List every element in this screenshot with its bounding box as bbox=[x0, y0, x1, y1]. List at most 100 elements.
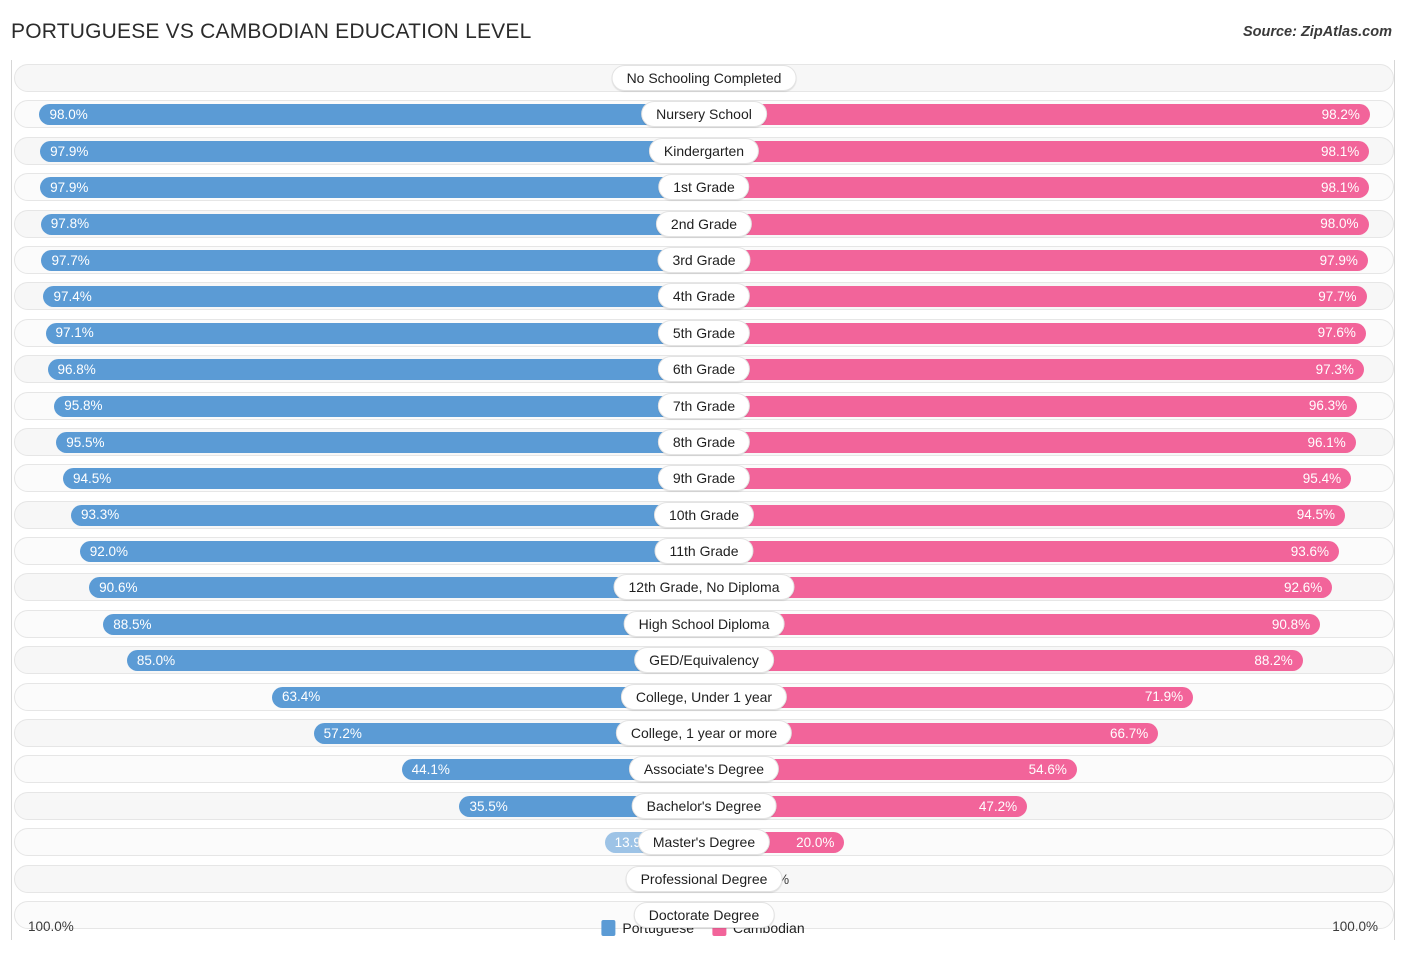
left-bar-container: 92.0% bbox=[26, 541, 698, 562]
category-label: Nursery School bbox=[641, 101, 767, 127]
chart-rows: 2.1%1.9%No Schooling Completed98.0%98.2%… bbox=[12, 60, 1396, 933]
right-bar-container: 96.3% bbox=[710, 396, 1382, 417]
chart-row: 1.8%2.6%Doctorate Degree bbox=[12, 897, 1396, 933]
axis-label-right: 100.0% bbox=[1332, 919, 1378, 934]
right-bar-container: 66.7% bbox=[710, 723, 1382, 744]
category-label: No Schooling Completed bbox=[612, 65, 797, 91]
chart-row: 63.4%71.9%College, Under 1 year bbox=[12, 679, 1396, 715]
right-bar-container: 54.6% bbox=[710, 759, 1382, 780]
bar-value-portuguese: 90.6% bbox=[99, 581, 137, 595]
bar-portuguese[interactable]: 94.5% bbox=[63, 468, 698, 489]
bar-value-cambodian: 93.6% bbox=[1291, 545, 1329, 559]
chart-row: 44.1%54.6%Associate's Degree bbox=[12, 751, 1396, 787]
bar-portuguese[interactable]: 97.8% bbox=[41, 214, 698, 235]
bar-value-portuguese: 92.0% bbox=[90, 545, 128, 559]
bar-cambodian[interactable]: 96.3% bbox=[710, 396, 1357, 417]
chart-row: 97.1%97.6%5th Grade bbox=[12, 315, 1396, 351]
bar-value-portuguese: 85.0% bbox=[137, 654, 175, 668]
right-bar-container: 97.3% bbox=[710, 359, 1382, 380]
right-bar-container: 98.1% bbox=[710, 141, 1382, 162]
bar-cambodian[interactable]: 93.6% bbox=[710, 541, 1339, 562]
bar-value-cambodian: 98.0% bbox=[1320, 217, 1358, 231]
left-bar-container: 90.6% bbox=[26, 577, 698, 598]
bar-cambodian[interactable]: 95.4% bbox=[710, 468, 1351, 489]
bar-cambodian[interactable]: 92.6% bbox=[710, 577, 1332, 598]
bar-portuguese[interactable]: 97.4% bbox=[43, 286, 698, 307]
bar-value-cambodian: 47.2% bbox=[979, 800, 1017, 814]
bar-cambodian[interactable]: 98.1% bbox=[710, 177, 1369, 198]
bar-value-cambodian: 98.1% bbox=[1321, 145, 1359, 159]
left-bar-container: 95.5% bbox=[26, 432, 698, 453]
left-bar-container: 13.9% bbox=[26, 832, 698, 853]
chart-row: 97.9%98.1%1st Grade bbox=[12, 169, 1396, 205]
bar-value-portuguese: 57.2% bbox=[324, 727, 362, 741]
chart-row: 96.8%97.3%6th Grade bbox=[12, 351, 1396, 387]
category-label: Professional Degree bbox=[626, 866, 783, 892]
bar-value-cambodian: 98.1% bbox=[1321, 181, 1359, 195]
category-label: High School Diploma bbox=[624, 611, 785, 637]
bar-value-cambodian: 71.9% bbox=[1145, 690, 1183, 704]
bar-value-portuguese: 97.9% bbox=[50, 145, 88, 159]
bar-value-portuguese: 97.4% bbox=[53, 290, 91, 304]
right-bar-container: 98.2% bbox=[710, 104, 1382, 125]
bar-value-cambodian: 96.3% bbox=[1309, 399, 1347, 413]
bar-portuguese[interactable]: 97.1% bbox=[46, 323, 699, 344]
bar-cambodian[interactable]: 97.9% bbox=[710, 250, 1368, 271]
bar-portuguese[interactable]: 93.3% bbox=[71, 505, 698, 526]
bar-cambodian[interactable]: 98.0% bbox=[710, 214, 1369, 235]
category-label: Bachelor's Degree bbox=[632, 793, 777, 819]
bar-portuguese[interactable]: 88.5% bbox=[103, 614, 698, 635]
axis-label-left: 100.0% bbox=[28, 919, 74, 934]
chart-row: 97.4%97.7%4th Grade bbox=[12, 278, 1396, 314]
category-label: 2nd Grade bbox=[656, 211, 752, 237]
bar-value-portuguese: 97.1% bbox=[56, 326, 94, 340]
bar-portuguese[interactable]: 96.8% bbox=[48, 359, 698, 380]
bar-cambodian[interactable]: 98.2% bbox=[710, 104, 1370, 125]
bar-portuguese[interactable]: 97.9% bbox=[40, 141, 698, 162]
right-bar-container: 93.6% bbox=[710, 541, 1382, 562]
bar-portuguese[interactable]: 85.0% bbox=[127, 650, 698, 671]
bar-portuguese[interactable]: 98.0% bbox=[39, 104, 698, 125]
bar-portuguese[interactable]: 95.8% bbox=[54, 396, 698, 417]
bar-cambodian[interactable]: 98.1% bbox=[710, 141, 1369, 162]
bar-portuguese[interactable]: 92.0% bbox=[80, 541, 698, 562]
bar-portuguese[interactable]: 97.9% bbox=[40, 177, 698, 198]
bar-cambodian[interactable]: 96.1% bbox=[710, 432, 1356, 453]
category-label: College, 1 year or more bbox=[616, 720, 792, 746]
left-bar-container: 4.1% bbox=[26, 869, 698, 890]
bar-cambodian[interactable]: 97.6% bbox=[710, 323, 1366, 344]
chart-row: 97.8% 98.0% 2nd Grade bbox=[12, 206, 1396, 242]
right-bar-container: 97.6% bbox=[710, 323, 1382, 344]
left-bar-container: 1.8% bbox=[26, 905, 698, 926]
left-bar-container: 95.8% bbox=[26, 396, 698, 417]
right-bar-container: 71.9% bbox=[710, 687, 1382, 708]
bar-value-cambodian: 96.1% bbox=[1308, 436, 1346, 450]
category-label: 12th Grade, No Diploma bbox=[614, 574, 795, 600]
bar-value-cambodian: 97.7% bbox=[1318, 290, 1356, 304]
bar-value-portuguese: 63.4% bbox=[282, 690, 320, 704]
legend-swatch-portuguese bbox=[601, 920, 615, 936]
bar-value-cambodian: 54.6% bbox=[1029, 763, 1067, 777]
chart-row: 98.0% 98.2%Nursery School bbox=[12, 96, 1396, 132]
bar-value-cambodian: 92.6% bbox=[1284, 581, 1322, 595]
right-bar-container: 96.1% bbox=[710, 432, 1382, 453]
bar-value-portuguese: 96.8% bbox=[58, 363, 96, 377]
bar-portuguese[interactable]: 90.6% bbox=[89, 577, 698, 598]
bar-portuguese[interactable]: 95.5% bbox=[56, 432, 698, 453]
bar-cambodian[interactable]: 90.8% bbox=[710, 614, 1320, 635]
category-label: 11th Grade bbox=[654, 538, 753, 564]
source-attribution: Source: ZipAtlas.com bbox=[1243, 24, 1392, 40]
category-label: Master's Degree bbox=[638, 829, 770, 855]
bar-value-cambodian: 94.5% bbox=[1297, 508, 1335, 522]
bar-value-cambodian: 97.9% bbox=[1320, 254, 1358, 268]
chart-row: 97.9%98.1%Kindergarten bbox=[12, 133, 1396, 169]
bar-portuguese[interactable]: 97.7% bbox=[41, 250, 698, 271]
bar-cambodian[interactable]: 94.5% bbox=[710, 505, 1345, 526]
category-label: GED/Equivalency bbox=[634, 647, 774, 673]
left-bar-container: 93.3% bbox=[26, 505, 698, 526]
bar-cambodian[interactable]: 97.7% bbox=[710, 286, 1367, 307]
left-bar-container: 97.7% bbox=[26, 250, 698, 271]
bar-value-portuguese: 95.8% bbox=[64, 399, 102, 413]
bar-cambodian[interactable]: 97.3% bbox=[710, 359, 1364, 380]
bar-cambodian[interactable]: 88.2% bbox=[710, 650, 1303, 671]
